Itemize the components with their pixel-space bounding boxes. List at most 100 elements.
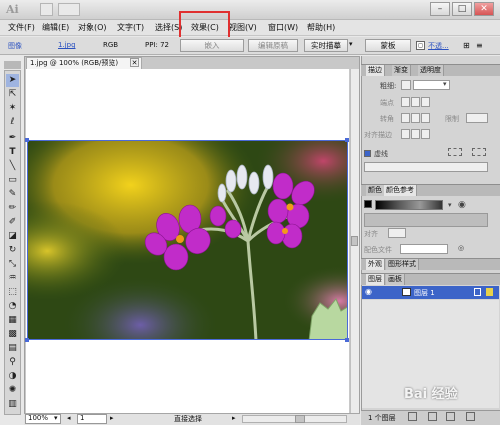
tab-stroke[interactable]: 描边 xyxy=(366,65,385,76)
embed-button[interactable]: 嵌入 xyxy=(180,39,244,52)
tab-appearance[interactable]: 外观 xyxy=(366,259,385,270)
locate-object-icon[interactable] xyxy=(408,412,417,421)
column-graph-tool-icon[interactable]: ▥ xyxy=(6,398,19,411)
live-trace-button[interactable]: 实时描摹 xyxy=(304,39,348,52)
round-cap-icon[interactable] xyxy=(411,97,420,107)
line-tool-icon[interactable]: ╲ xyxy=(6,160,19,173)
live-trace-dropdown-icon[interactable]: ▾ xyxy=(349,40,357,51)
dash-adjust-icon[interactable] xyxy=(472,148,486,156)
arrange-documents-button[interactable] xyxy=(58,3,80,16)
maximize-button[interactable]: □ xyxy=(452,2,472,16)
tab-color[interactable]: 颜色 xyxy=(366,185,385,196)
vertical-scroll-thumb[interactable] xyxy=(351,236,358,246)
eyedropper-tool-icon[interactable]: ⚲ xyxy=(6,356,19,369)
next-artboard-icon[interactable]: ▸ xyxy=(110,414,114,422)
perspective-grid-tool-icon[interactable]: ▦ xyxy=(6,314,19,327)
round-join-icon[interactable] xyxy=(411,113,420,123)
blend-tool-icon[interactable]: ◑ xyxy=(6,370,19,383)
menu-object[interactable]: 对象(O) xyxy=(78,22,107,33)
horizontal-scroll-thumb[interactable] xyxy=(295,415,305,423)
limit-input[interactable] xyxy=(466,113,488,123)
close-button[interactable]: ✕ xyxy=(474,2,494,16)
tab-color-guide[interactable]: 颜色参考 xyxy=(384,185,417,196)
shape-builder-tool-icon[interactable]: ◔ xyxy=(6,300,19,313)
toolbox-grip[interactable] xyxy=(4,61,21,69)
stroke-weight-stepper[interactable] xyxy=(401,80,411,90)
stroke-weight-dropdown-icon[interactable]: ▾ xyxy=(443,80,447,88)
tab-graphic-styles[interactable]: 图形样式 xyxy=(386,259,419,270)
miter-join-icon[interactable] xyxy=(401,113,410,123)
free-transform-tool-icon[interactable]: ⬚ xyxy=(6,286,19,299)
eraser-tool-icon[interactable]: ◪ xyxy=(6,230,19,243)
butt-cap-icon[interactable] xyxy=(401,97,410,107)
lasso-tool-icon[interactable]: ℓ xyxy=(6,116,19,129)
align-outside-icon[interactable] xyxy=(421,129,430,139)
tab-gradient[interactable]: 渐变 xyxy=(392,65,411,76)
delete-layer-icon[interactable] xyxy=(466,412,475,421)
scale-tool-icon[interactable]: ⤡ xyxy=(6,258,19,271)
pencil-tool-icon[interactable]: ✏ xyxy=(6,202,19,215)
type-tool-icon[interactable]: T xyxy=(6,146,19,159)
bounding-box-handle[interactable] xyxy=(345,138,349,142)
opacity-link[interactable]: 不透... xyxy=(428,41,449,51)
mask-button[interactable]: 蒙板 xyxy=(365,39,411,52)
gradient-tool-icon[interactable]: ▤ xyxy=(6,342,19,355)
dashed-line-checkbox[interactable] xyxy=(364,150,371,157)
blob-brush-tool-icon[interactable]: ✐ xyxy=(6,216,19,229)
linked-file-link[interactable]: 1.jpg xyxy=(58,41,76,49)
visibility-eye-icon[interactable]: ◉ xyxy=(365,287,372,296)
tab-layers[interactable]: 图层 xyxy=(366,274,385,285)
color-group-icon[interactable]: ◉ xyxy=(458,200,466,210)
bridge-button[interactable] xyxy=(40,3,53,16)
status-menu-icon[interactable]: ▸ xyxy=(232,414,236,422)
paintbrush-tool-icon[interactable]: ✎ xyxy=(6,188,19,201)
minimize-button[interactable]: – xyxy=(430,2,450,16)
mesh-tool-icon[interactable]: ▩ xyxy=(6,328,19,341)
placed-image[interactable] xyxy=(27,140,348,340)
color-harmony-strip[interactable] xyxy=(375,200,443,210)
close-document-icon[interactable]: ✕ xyxy=(130,58,139,67)
layer-target-icon[interactable] xyxy=(474,288,481,296)
new-layer-icon[interactable] xyxy=(446,412,455,421)
dash-align-icon[interactable] xyxy=(448,148,462,156)
warp-tool-icon[interactable]: ♒ xyxy=(6,272,19,285)
dash-gap-inputs[interactable] xyxy=(364,162,488,172)
bounding-box-handle[interactable] xyxy=(25,338,29,342)
menu-edit[interactable]: 编辑(E) xyxy=(42,22,69,33)
color-group-select[interactable] xyxy=(400,244,448,254)
bevel-join-icon[interactable] xyxy=(421,113,430,123)
menu-help[interactable]: 帮助(H) xyxy=(307,22,335,33)
document-tab[interactable]: 1.jpg @ 100% (RGB/预览) xyxy=(26,57,142,69)
baidu-watermark: Bai 经验 xyxy=(404,387,458,402)
pen-tool-icon[interactable]: ✒ xyxy=(6,132,19,145)
rotate-tool-icon[interactable]: ↻ xyxy=(6,244,19,257)
fill-color-swatch[interactable] xyxy=(364,200,372,208)
tab-artboards[interactable]: 画板 xyxy=(386,274,405,285)
edit-original-button[interactable]: 编辑原稿 xyxy=(248,39,298,52)
magic-wand-tool-icon[interactable]: ✶ xyxy=(6,102,19,115)
menu-view[interactable]: 视图(V) xyxy=(229,22,257,33)
rectangle-tool-icon[interactable]: ▭ xyxy=(6,174,19,187)
square-cap-icon[interactable] xyxy=(421,97,430,107)
make-clipping-mask-icon[interactable] xyxy=(428,412,437,421)
bounding-box-handle[interactable] xyxy=(345,338,349,342)
edit-colors-icon[interactable]: ◎ xyxy=(458,244,464,252)
direct-selection-tool-icon[interactable]: ⇱ xyxy=(6,88,19,101)
harmony-dropdown-icon[interactable]: ▾ xyxy=(448,201,452,209)
zoom-dropdown-icon[interactable]: ▾ xyxy=(54,414,58,422)
layer-name[interactable]: 图层 1 xyxy=(414,288,435,298)
symbol-sprayer-tool-icon[interactable]: ✺ xyxy=(6,384,19,397)
opacity-toggle-icon[interactable]: ◻ xyxy=(416,41,425,50)
align-inside-icon[interactable] xyxy=(411,129,420,139)
first-artboard-icon[interactable]: ◂ xyxy=(67,414,71,422)
selection-tool-icon[interactable]: ➤ xyxy=(6,74,19,87)
menu-file[interactable]: 文件(F) xyxy=(8,22,35,33)
bounding-box-handle[interactable] xyxy=(25,138,29,142)
menu-type[interactable]: 文字(T) xyxy=(117,22,144,33)
tab-transparency[interactable]: 透明度 xyxy=(418,65,444,76)
transform-icon[interactable]: ⊞ xyxy=(463,41,473,51)
align-center-icon[interactable] xyxy=(401,129,410,139)
control-panel-menu-icon[interactable]: ≡ xyxy=(476,41,486,51)
menu-window[interactable]: 窗口(W) xyxy=(268,22,298,33)
align-left-icon[interactable] xyxy=(388,228,406,238)
